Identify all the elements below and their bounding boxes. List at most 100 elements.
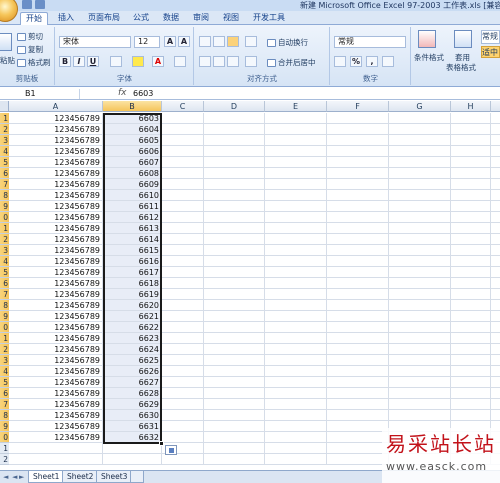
cell-h[interactable] <box>451 245 491 256</box>
cell-h[interactable] <box>451 113 491 124</box>
cell-b[interactable]: 6616 <box>103 256 162 267</box>
cell-b[interactable]: 6604 <box>103 124 162 135</box>
next-sheet-icon[interactable]: ► <box>19 473 24 481</box>
row-header[interactable]: 8 <box>0 410 9 421</box>
cell-g[interactable] <box>389 113 451 124</box>
cell-c[interactable] <box>162 223 204 234</box>
row-header[interactable]: 7 <box>0 399 9 410</box>
cell-g[interactable] <box>389 410 451 421</box>
cell-f[interactable] <box>327 135 389 146</box>
cell-e[interactable] <box>265 157 327 168</box>
row-header[interactable]: 1 <box>0 113 9 124</box>
cell-f[interactable] <box>327 223 389 234</box>
column-header-d[interactable]: D <box>204 101 265 112</box>
cell-a[interactable]: 123456789 <box>9 146 103 157</box>
cell-h[interactable] <box>451 388 491 399</box>
cell-h[interactable] <box>451 201 491 212</box>
cell-h[interactable] <box>451 157 491 168</box>
sheet-tab-1[interactable]: Sheet1 <box>28 471 65 483</box>
cell-h[interactable] <box>451 333 491 344</box>
tab-insert[interactable]: 插入 <box>53 12 79 25</box>
cell-g[interactable] <box>389 344 451 355</box>
cell-c[interactable] <box>162 278 204 289</box>
cell-d[interactable] <box>204 201 265 212</box>
cell-a[interactable]: 123456789 <box>9 311 103 322</box>
cell-b[interactable]: 6615 <box>103 245 162 256</box>
cell-f[interactable] <box>327 344 389 355</box>
cell-e[interactable] <box>265 256 327 267</box>
cell-g[interactable] <box>389 278 451 289</box>
cell-i[interactable] <box>491 333 500 344</box>
cell-d[interactable] <box>204 399 265 410</box>
cell-a[interactable]: 123456789 <box>9 201 103 212</box>
cell-c[interactable] <box>162 234 204 245</box>
cell-i[interactable] <box>491 278 500 289</box>
cell-i[interactable] <box>491 377 500 388</box>
cell-g[interactable] <box>389 377 451 388</box>
cell-e[interactable] <box>265 377 327 388</box>
cell-i[interactable] <box>491 267 500 278</box>
cell-h[interactable] <box>451 322 491 333</box>
row-header[interactable]: 4 <box>0 366 9 377</box>
cell-d[interactable] <box>204 256 265 267</box>
cell-f[interactable] <box>327 300 389 311</box>
cell-a[interactable]: 123456789 <box>9 190 103 201</box>
cell-h[interactable] <box>451 223 491 234</box>
cell-c[interactable] <box>162 201 204 212</box>
cell-b[interactable]: 6627 <box>103 377 162 388</box>
cell-i[interactable] <box>491 366 500 377</box>
cell-h[interactable] <box>451 190 491 201</box>
cell-c[interactable] <box>162 322 204 333</box>
column-header-f[interactable]: F <box>327 101 389 112</box>
comma-icon[interactable]: , <box>366 56 378 67</box>
cell-g[interactable] <box>389 223 451 234</box>
cut-button[interactable]: 剪切 <box>17 31 43 42</box>
row-header[interactable]: 2 <box>0 234 9 245</box>
cell-d[interactable] <box>204 124 265 135</box>
cell-b[interactable]: 6603 <box>103 113 162 124</box>
cell-a[interactable]: 123456789 <box>9 256 103 267</box>
cell-d[interactable] <box>204 179 265 190</box>
column-header-a[interactable]: A <box>9 101 103 112</box>
cell-e[interactable] <box>265 223 327 234</box>
cell-a[interactable]: 123456789 <box>9 355 103 366</box>
cell-b[interactable]: 6622 <box>103 322 162 333</box>
cell-h[interactable] <box>451 135 491 146</box>
cell-d[interactable] <box>204 388 265 399</box>
cell-b[interactable]: 6630 <box>103 410 162 421</box>
cell-i[interactable] <box>491 300 500 311</box>
row-header[interactable]: 7 <box>0 289 9 300</box>
cell-h[interactable] <box>451 168 491 179</box>
cell-d[interactable] <box>204 366 265 377</box>
cell-f[interactable] <box>327 311 389 322</box>
cell-f[interactable] <box>327 113 389 124</box>
cell-e[interactable] <box>265 289 327 300</box>
cell-a[interactable]: 123456789 <box>9 234 103 245</box>
cell-d[interactable] <box>204 421 265 432</box>
cell-e[interactable] <box>265 454 327 465</box>
italic-button[interactable]: I <box>73 56 85 67</box>
grow-font-button[interactable]: A <box>164 36 176 47</box>
cell-g[interactable] <box>389 179 451 190</box>
row-header[interactable]: 8 <box>0 190 9 201</box>
cell-i[interactable] <box>491 245 500 256</box>
cell-e[interactable] <box>265 190 327 201</box>
cell-h[interactable] <box>451 146 491 157</box>
cell-a[interactable]: 123456789 <box>9 377 103 388</box>
cell-h[interactable] <box>451 399 491 410</box>
cell-f[interactable] <box>327 201 389 212</box>
cell-c[interactable] <box>162 399 204 410</box>
row-header[interactable]: 4 <box>0 146 9 157</box>
cell-h[interactable] <box>451 179 491 190</box>
cell-e[interactable] <box>265 146 327 157</box>
cell-f[interactable] <box>327 157 389 168</box>
row-header[interactable]: 2 <box>0 344 9 355</box>
cell-c[interactable] <box>162 256 204 267</box>
cell-b[interactable]: 6628 <box>103 388 162 399</box>
cell-i[interactable] <box>491 355 500 366</box>
cell-d[interactable] <box>204 333 265 344</box>
column-header-c[interactable]: C <box>162 101 204 112</box>
decrease-indent-icon[interactable] <box>245 56 257 67</box>
paste-button[interactable]: 粘贴 <box>0 55 15 66</box>
cell-b[interactable]: 6623 <box>103 333 162 344</box>
